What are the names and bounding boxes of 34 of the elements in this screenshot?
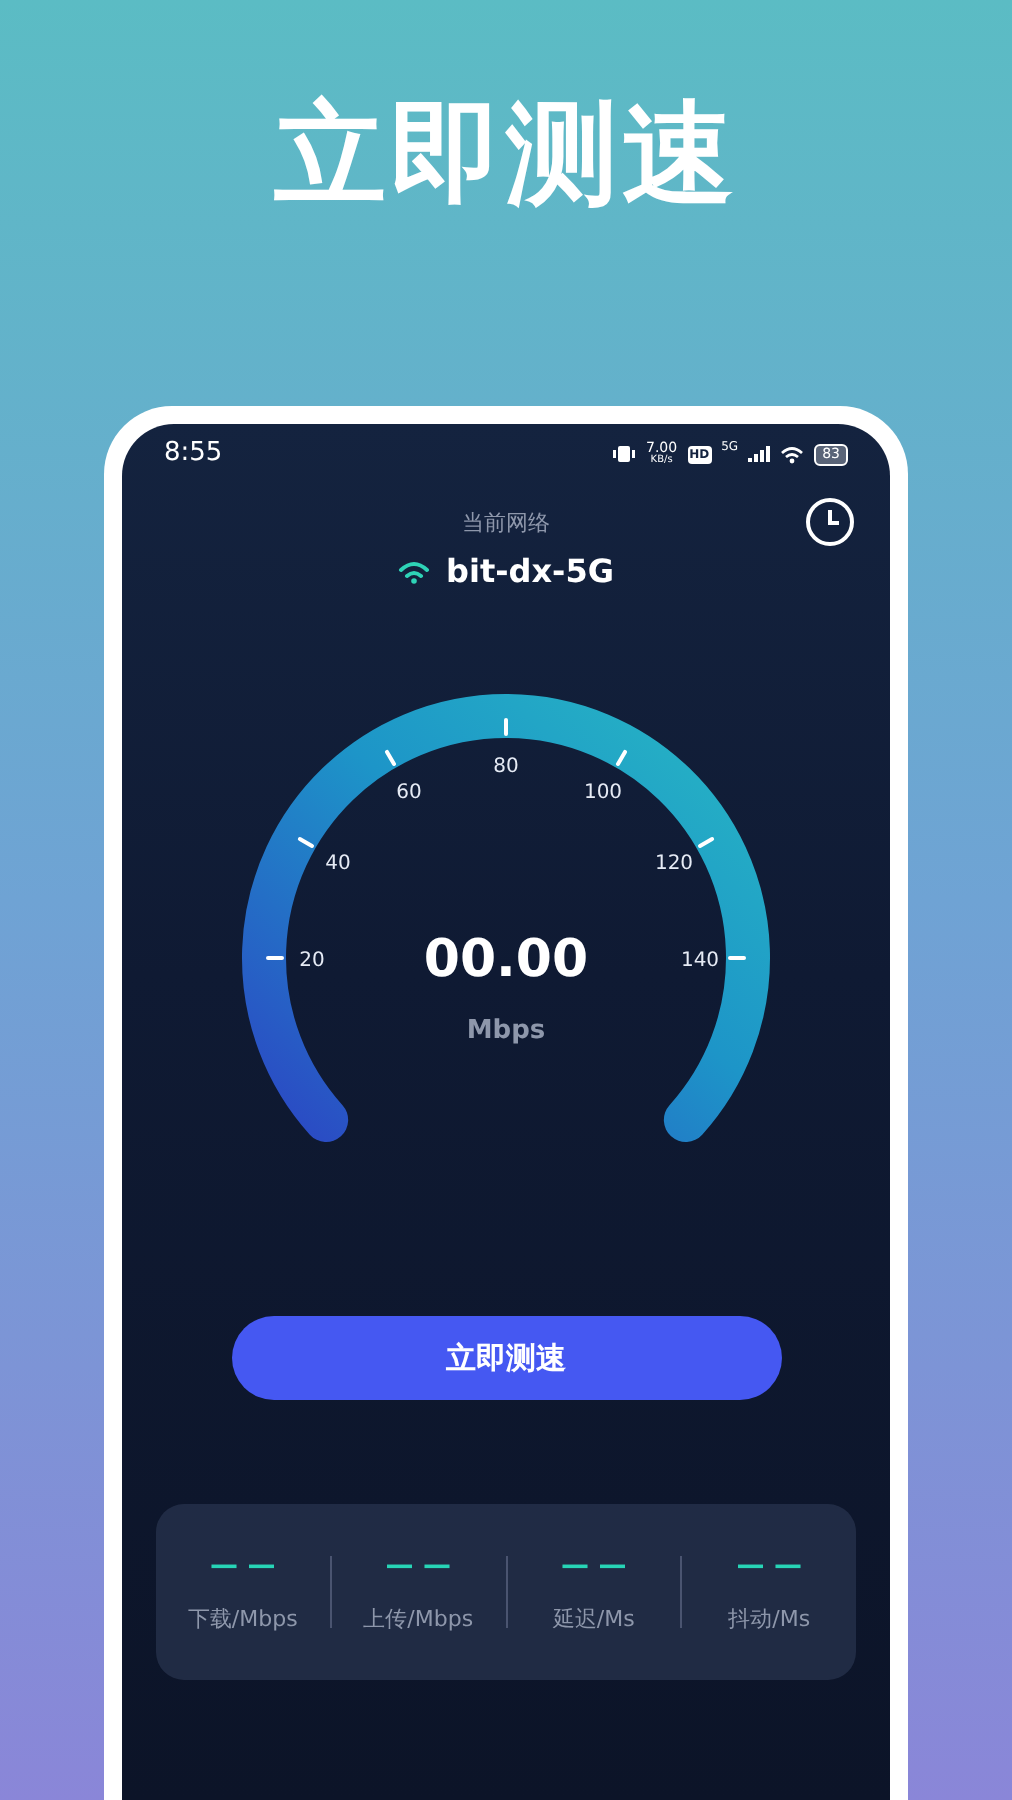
gauge-tick-label: 140 (680, 950, 720, 972)
stat-value: — — (385, 1550, 452, 1582)
stat-label: 下载/Mbps (187, 1606, 298, 1634)
signal-icon (748, 446, 771, 462)
speed-unit: Mbps (466, 1016, 546, 1046)
gauge-tick (504, 718, 508, 736)
history-icon[interactable] (804, 496, 856, 548)
stat-value: — — (209, 1550, 276, 1582)
gauge-tick-label: 80 (493, 756, 519, 778)
speed-reading: 00.00 (423, 930, 589, 990)
headline: 立即测速 (274, 88, 738, 224)
gauge-tick (698, 837, 715, 848)
stat-label: 延迟/Ms (552, 1606, 635, 1634)
wifi-icon (398, 560, 431, 584)
vibrate-icon (612, 444, 636, 464)
gauge-tick (616, 749, 627, 766)
gauge-tick (728, 956, 746, 960)
stat-value: — — (736, 1550, 803, 1582)
stat-label: 抖动/Ms (728, 1606, 811, 1634)
start-test-button[interactable]: 立即测速 (231, 1316, 781, 1400)
gauge-tick-label: 40 (325, 853, 351, 875)
stat-label: 上传/Mbps (363, 1606, 474, 1634)
gauge-tick (297, 837, 314, 848)
gauge-tick-label: 60 (396, 782, 422, 804)
wifi-icon (780, 445, 805, 463)
gauge-tick-label: 120 (654, 853, 694, 875)
network-label: 当前网络 (462, 508, 550, 540)
network-name: bit-dx-5G (446, 550, 614, 594)
stat-value: — — (560, 1550, 627, 1582)
gauge-tick (385, 749, 396, 766)
gauge-tick-label: 20 (299, 950, 325, 972)
gauge-tick (266, 956, 284, 960)
gauge-tick-label: 100 (583, 782, 623, 804)
status-time: 8:55 (164, 436, 223, 473)
